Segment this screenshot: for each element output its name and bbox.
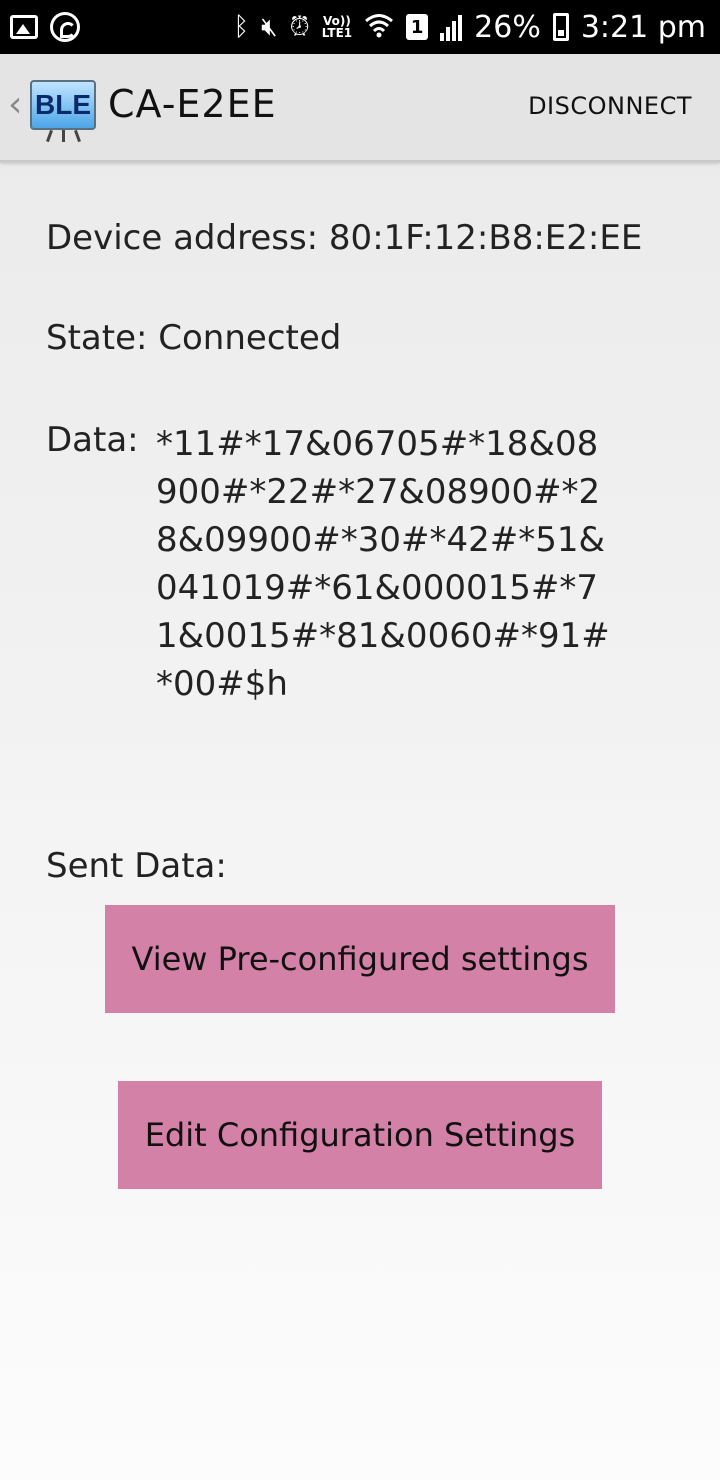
wifi-svg	[365, 13, 394, 37]
data-label: Data:	[46, 420, 139, 460]
signal-icon	[440, 13, 463, 41]
action-bar: ‹ BLE CA-E2EE DISCONNECT	[0, 54, 720, 162]
alarm-icon: ⏰︎	[289, 12, 310, 42]
connection-state: State: Connected	[46, 318, 342, 358]
wifi-icon	[364, 12, 394, 43]
edit-configuration-settings-button[interactable]: Edit Configuration Settings	[118, 1081, 602, 1189]
bluetooth-icon: ᛒ	[233, 12, 250, 42]
whatsapp-icon	[50, 12, 80, 42]
status-bar: ᛒ 🔇︎ ⏰︎ Vo)) LTE1 1 26% 3:21 pm	[0, 0, 720, 54]
app-logo-easel-icon	[44, 129, 84, 143]
device-address: Device address: 80:1F:12:B8:E2:EE	[46, 218, 643, 258]
image-icon	[10, 15, 38, 39]
mute-icon: 🔇︎	[261, 12, 278, 42]
battery-icon	[552, 13, 569, 41]
sim-icon: 1	[406, 14, 429, 40]
sent-data-label: Sent Data:	[46, 846, 227, 886]
disconnect-button[interactable]: DISCONNECT	[528, 92, 692, 120]
status-bar-left	[10, 12, 80, 42]
data-value: *11#*17&06705#*18&08900#*22#*27&08900#*2…	[156, 424, 610, 704]
clock: 3:21 pm	[580, 9, 706, 45]
volte-icon: Vo)) LTE1	[322, 15, 352, 39]
volte-bottom-label: LTE1	[321, 26, 353, 40]
status-bar-right: ᛒ 🔇︎ ⏰︎ Vo)) LTE1 1 26% 3:21 pm	[233, 10, 706, 45]
app-logo[interactable]: BLE	[30, 80, 96, 130]
battery-percent: 26%	[474, 9, 541, 45]
view-preconfigured-settings-button[interactable]: View Pre-configured settings	[105, 905, 615, 1013]
back-chevron-icon[interactable]: ‹	[8, 84, 22, 125]
app-logo-text: BLE	[35, 89, 91, 120]
page-title: CA-E2EE	[108, 82, 277, 126]
